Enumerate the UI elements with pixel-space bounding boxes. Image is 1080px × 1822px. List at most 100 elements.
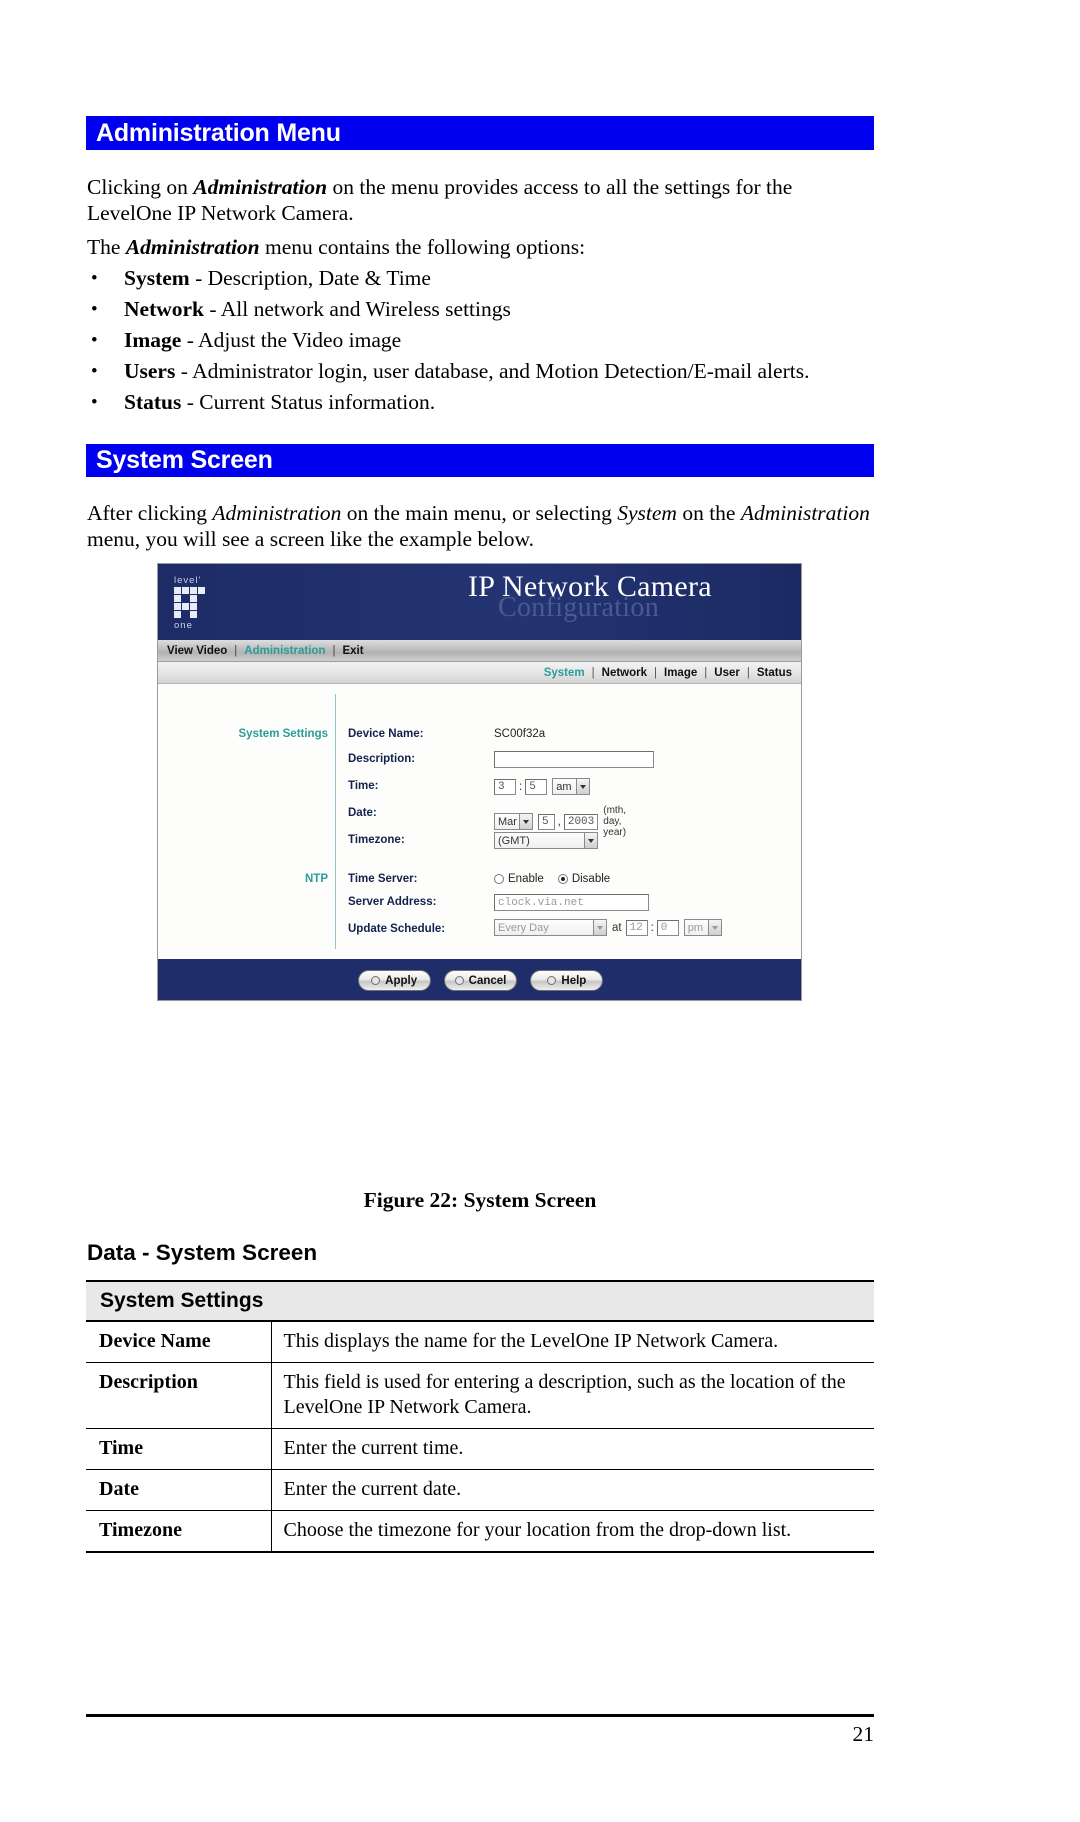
update-schedule-value-wrap: Every Day at 12 : 0 pm (494, 919, 722, 936)
time-value-wrap: 3 : 5 am (494, 778, 591, 795)
description-value-wrap (494, 751, 654, 768)
group-label-ntp: NTP (305, 873, 328, 885)
help-button-label: Help (561, 974, 587, 987)
bullet-icon: • (91, 299, 98, 320)
nav-item-exit[interactable]: Exit (342, 645, 363, 657)
description-label: Description: (348, 753, 416, 765)
form-vertical-divider (335, 694, 336, 949)
list-item-text: - Administrator login, user database, an… (175, 359, 810, 383)
update-ampm-select[interactable]: pm (683, 919, 722, 936)
p2-emphasis: Administration (125, 235, 260, 259)
date-year-input[interactable]: 2003 (563, 813, 599, 830)
p3-part-g: menu, you will see a screen like the exa… (87, 527, 534, 551)
time-ampm-value: am (556, 780, 572, 793)
time-ampm-select[interactable]: am (552, 778, 591, 795)
administration-options-list: • System - Description, Date & Time • Ne… (87, 263, 877, 418)
time-colon: : (519, 780, 523, 793)
date-month-value: Mar (498, 815, 517, 828)
list-item-term: Users (124, 359, 176, 383)
paragraph-menu-options-intro: The Administration menu contains the fol… (87, 234, 877, 260)
update-hour-input[interactable]: 12 (625, 919, 648, 936)
p3-emphasis-2: System (617, 501, 677, 525)
bullet-icon: • (91, 392, 98, 413)
device-name-value-wrap: SC00f32a (494, 728, 545, 740)
figure-caption: Figure 22: System Screen (363, 1188, 597, 1212)
table-cell-value: Choose the timezone for your location fr… (271, 1510, 874, 1553)
levelone-logo: level' one (174, 575, 236, 631)
tab-system[interactable]: System (544, 667, 585, 679)
update-ampm-value: pm (687, 921, 704, 934)
document-page: Administration Menu Clicking on Administ… (0, 0, 1080, 1822)
nav-separator: | (591, 666, 595, 679)
page-number: 21 (852, 1722, 875, 1746)
timezone-select[interactable]: (GMT) (494, 832, 598, 849)
timezone-value-wrap: (GMT) (494, 832, 598, 849)
list-item: • Users - Administrator login, user data… (87, 356, 877, 387)
description-input[interactable] (494, 751, 654, 768)
paragraph-administration-intro: Clicking on Administration on the menu p… (87, 174, 877, 226)
p3-part-a: After clicking (87, 501, 213, 525)
apply-button[interactable]: Apply (357, 970, 431, 991)
time-minute-input[interactable]: 5 (525, 778, 548, 795)
update-colon: : (650, 921, 654, 934)
date-day-input[interactable]: 5 (537, 813, 555, 830)
nav-item-administration[interactable]: Administration (244, 645, 325, 657)
date-month-select[interactable]: Mar (494, 813, 533, 830)
table-cell-value: This displays the name for the LevelOne … (271, 1321, 874, 1363)
table-section-header: System Settings (86, 1280, 874, 1322)
timezone-label: Timezone: (348, 834, 405, 846)
nav-separator: | (234, 644, 238, 657)
table-row: Time Enter the current time. (86, 1428, 874, 1470)
radio-option-disable[interactable]: Disable (557, 873, 611, 885)
timezone-value: (GMT) (498, 834, 530, 847)
p2-part-c: menu contains the following options: (259, 235, 586, 259)
section-heading-system-screen: System Screen (86, 444, 874, 477)
nav-item-view-video[interactable]: View Video (167, 645, 227, 657)
tab-user[interactable]: User (714, 667, 740, 679)
list-item: • Status - Current Status information. (87, 387, 877, 418)
list-item-term: Status (124, 390, 182, 414)
logo-text-top: level' (174, 575, 202, 586)
server-address-input[interactable]: clock.via.net (494, 894, 649, 911)
chevron-down-icon (584, 833, 597, 848)
table-cell-value: This field is used for entering a descri… (271, 1362, 874, 1429)
date-format-hint: (mth, day, year) (603, 805, 627, 838)
cancel-button[interactable]: Cancel (443, 970, 518, 991)
radio-enable-icon[interactable] (494, 874, 504, 884)
camera-page-header: level' one Configuration IP Network Came… (158, 564, 801, 640)
radio-disable-icon[interactable] (557, 874, 568, 884)
tab-status[interactable]: Status (757, 667, 792, 679)
footer-divider (86, 1714, 874, 1717)
tab-network[interactable]: Network (602, 667, 647, 679)
radio-disable-label: Disable (571, 873, 611, 885)
table-cell-value: Enter the current date. (271, 1469, 874, 1511)
table-cell-key: Date (86, 1469, 272, 1511)
help-button[interactable]: Help (530, 970, 604, 991)
device-name-value: SC00f32a (494, 728, 546, 740)
table-cell-value: Enter the current time. (271, 1428, 874, 1470)
p3-emphasis-1: Administration (212, 501, 342, 525)
bullet-icon: • (91, 361, 98, 382)
table-cell-key: Time (86, 1428, 272, 1470)
chevron-down-icon (707, 920, 721, 935)
paragraph-system-screen-intro: After clicking Administration on the mai… (87, 500, 877, 552)
apply-button-label: Apply (385, 974, 418, 987)
list-item-term: Network (124, 297, 205, 321)
list-item-text: - Adjust the Video image (181, 328, 402, 352)
update-schedule-select[interactable]: Every Day (494, 919, 607, 936)
time-hour-input[interactable]: 3 (494, 778, 516, 795)
logo-grid-mark (174, 587, 214, 619)
list-item-text: - Description, Date & Time (189, 266, 431, 290)
nav-separator: | (704, 666, 708, 679)
tab-image[interactable]: Image (664, 667, 697, 679)
update-minute-input[interactable]: 0 (656, 919, 679, 936)
date-label: Date: (348, 807, 377, 819)
bullet-icon: • (91, 330, 98, 351)
time-label: Time: (348, 780, 379, 792)
radio-option-enable[interactable]: Enable (494, 873, 544, 885)
p3-part-c: on the main menu, or selecting (341, 501, 618, 525)
list-item-term: Image (124, 328, 182, 352)
camera-page-title: IP Network Camera (468, 570, 712, 603)
button-dot-icon (454, 976, 464, 985)
list-item: • System - Description, Date & Time (87, 263, 877, 294)
